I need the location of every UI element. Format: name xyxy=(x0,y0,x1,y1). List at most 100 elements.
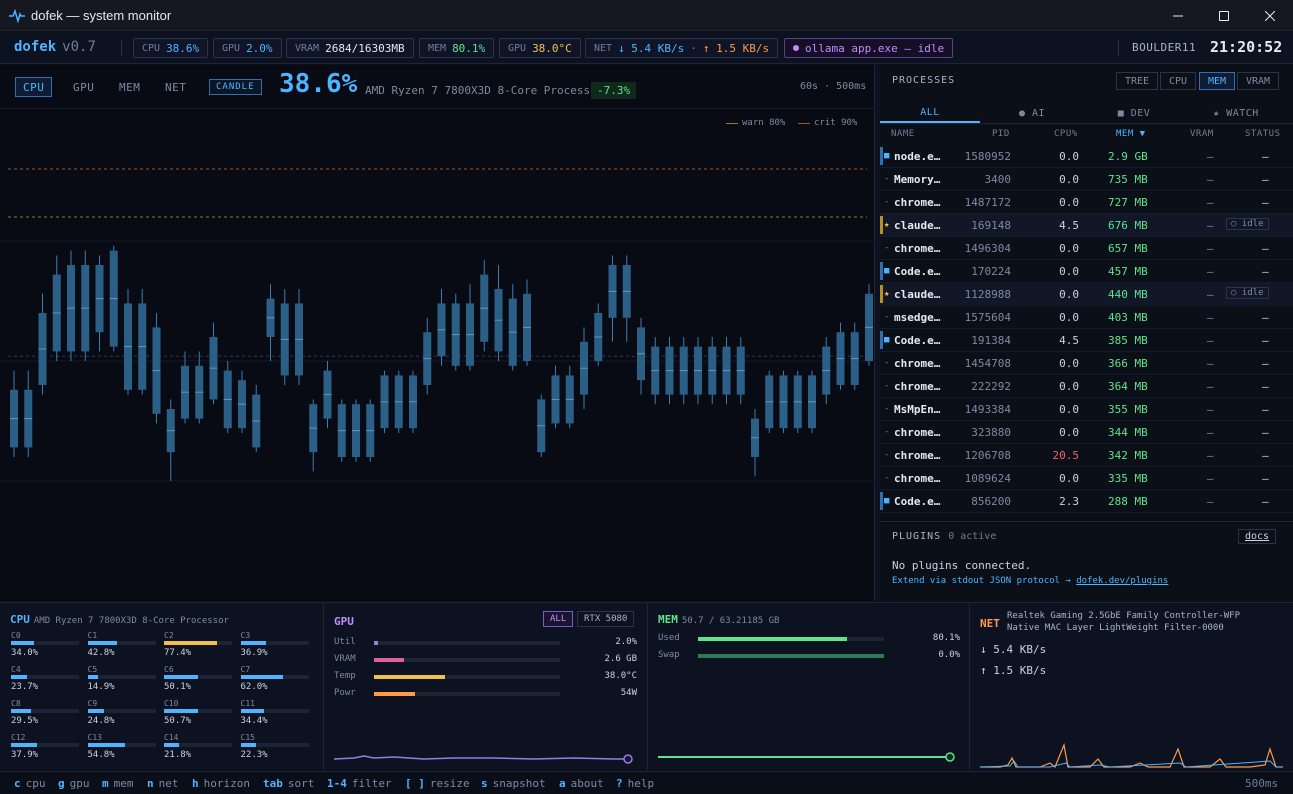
candle xyxy=(352,399,360,462)
key-hint[interactable]: 1-4 filter xyxy=(327,777,392,790)
close-button[interactable] xyxy=(1247,0,1293,31)
tab-cpu[interactable]: CPU xyxy=(15,77,53,97)
candle xyxy=(822,337,831,405)
process-row[interactable]: - msedge… 1575604 0.0 403 MB — — xyxy=(880,306,1293,329)
candle-mode-button[interactable]: CANDLE xyxy=(209,79,262,95)
gpu-rtx5080-button[interactable]: RTX 5080 xyxy=(577,611,635,627)
col-pid[interactable]: PID xyxy=(992,129,1010,139)
process-row[interactable]: ■ node.e… 1580952 0.0 2.9 GB — — xyxy=(880,145,1293,168)
process-row[interactable]: ★ claude… 169148 4.5 676 MB — ○ idle xyxy=(880,214,1293,237)
filter-dev-tab[interactable]: ■ DEV xyxy=(1084,103,1184,123)
core-track xyxy=(164,641,232,645)
candle xyxy=(651,337,660,405)
col-name[interactable]: NAME xyxy=(891,129,915,139)
minimize-button[interactable] xyxy=(1155,0,1201,31)
sort-cpu-button[interactable]: CPU xyxy=(1160,72,1197,90)
filter-ai-tab[interactable]: ● AI xyxy=(982,103,1082,123)
candle xyxy=(836,322,845,390)
process-row[interactable]: - Memory… 3400 0.0 735 MB — — xyxy=(880,168,1293,191)
ollama-chip[interactable]: ollama app.exe — idle xyxy=(784,38,954,58)
filter-all-tab[interactable]: ALL xyxy=(880,103,980,123)
candle xyxy=(409,370,417,433)
process-cpu: 0.0 xyxy=(1059,173,1079,186)
core-meter: C2 77.4% xyxy=(164,631,234,664)
process-row[interactable]: ★ claude… 1128988 0.0 440 MB — ○ idle xyxy=(880,283,1293,306)
process-row[interactable]: - chrome… 222292 0.0 364 MB — — xyxy=(880,375,1293,398)
core-value: 42.8% xyxy=(87,648,115,658)
process-row[interactable]: - chrome… 1206708 20.5 342 MB — — xyxy=(880,444,1293,467)
process-mem: 457 MB xyxy=(1108,265,1148,278)
process-row[interactable]: - chrome… 1454708 0.0 366 MB — — xyxy=(880,352,1293,375)
core-label: C12 xyxy=(11,733,26,742)
metric-label: Powr xyxy=(334,688,356,698)
key-hint[interactable]: g gpu xyxy=(58,777,90,790)
core-fill xyxy=(87,641,117,645)
process-table-header: NAME PID CPU% MEM ▼ VRAM STATUS xyxy=(880,126,1293,144)
mem-chip[interactable]: MEM 80.1% xyxy=(419,38,495,58)
key-hint[interactable]: c cpu xyxy=(14,777,46,790)
sort-mem-button[interactable]: MEM xyxy=(1199,72,1236,90)
net-chip[interactable]: NET ↓ 5.4 KB/s · ↑ 1.5 KB/s xyxy=(585,38,779,58)
col-cpu[interactable]: CPU% xyxy=(1054,129,1078,139)
tab-net[interactable]: NET xyxy=(158,77,193,97)
process-row[interactable]: ■ Code.e… 191384 4.5 385 MB — — xyxy=(880,329,1293,352)
key-hint[interactable]: ? help xyxy=(616,777,654,790)
process-row[interactable]: - chrome… 1496304 0.0 657 MB — — xyxy=(880,237,1293,260)
key-hint[interactable]: m mem xyxy=(102,777,134,790)
core-label: C6 xyxy=(164,665,174,674)
process-row[interactable]: - chrome… 323880 0.0 344 MB — — xyxy=(880,421,1293,444)
process-row[interactable]: ■ Code.e… 856200 2.3 288 MB — — xyxy=(880,490,1293,513)
docs-button[interactable]: docs xyxy=(1238,529,1277,544)
core-meter: C9 24.8% xyxy=(87,699,158,732)
key-hint[interactable]: h horizon xyxy=(192,777,250,790)
mem-panel: MEM 50.7 / 63.21185 GB Used 80.1% Swap 0.0% xyxy=(648,602,970,770)
metric-fill xyxy=(374,641,378,645)
candle xyxy=(865,284,873,366)
process-row[interactable]: - MsMpEn… 1493384 0.0 355 MB — — xyxy=(880,398,1293,421)
hint-key: m xyxy=(102,777,109,790)
sort-vram-button[interactable]: VRAM xyxy=(1237,72,1280,90)
key-hint[interactable]: tab sort xyxy=(263,777,314,790)
key-hint[interactable]: n net xyxy=(147,777,179,790)
gpu-temp-chip[interactable]: GPU 38.0°C xyxy=(499,38,581,58)
process-status: — xyxy=(1262,472,1269,485)
core-fill xyxy=(164,675,199,679)
process-cpu: 20.5 xyxy=(1052,449,1080,462)
core-label: C0 xyxy=(11,631,21,640)
key-hint[interactable]: [ ] resize xyxy=(405,777,470,790)
col-status[interactable]: STATUS xyxy=(1245,129,1281,139)
cpu-chip[interactable]: CPU 38.6% xyxy=(133,38,209,58)
core-value: 50.1% xyxy=(164,682,192,692)
process-status: — xyxy=(1262,150,1269,163)
candlestick-chart[interactable] xyxy=(0,109,875,601)
net-down-value: ↓ 5.4 KB/s xyxy=(618,41,685,55)
core-fill xyxy=(87,709,105,713)
window-titlebar: dofek — system monitor xyxy=(0,0,1293,31)
key-hint[interactable]: s snapshot xyxy=(481,777,546,790)
plugins-docs-link[interactable]: dofek.dev/plugins xyxy=(1076,576,1168,586)
gpu-chip[interactable]: GPU 2.0% xyxy=(213,38,282,58)
cpu-panel-subtitle: AMD Ryzen 7 7800X3D 8-Core Processor xyxy=(33,616,229,626)
candle xyxy=(81,250,90,361)
filter-watch-tab[interactable]: ★ WATCH xyxy=(1186,103,1286,123)
tab-mem[interactable]: MEM xyxy=(112,77,147,97)
core-track xyxy=(164,743,232,747)
tab-gpu[interactable]: GPU xyxy=(66,77,101,97)
process-mem: 727 MB xyxy=(1108,196,1148,209)
gpu-all-button[interactable]: ALL xyxy=(543,611,574,627)
maximize-button[interactable] xyxy=(1201,0,1247,31)
clock: 21:20:52 xyxy=(1210,38,1283,56)
key-hint[interactable]: a about xyxy=(559,777,604,790)
vram-chip[interactable]: VRAM 2684/16303MB xyxy=(286,38,414,58)
col-vram[interactable]: VRAM xyxy=(1190,129,1214,139)
sort-tree-button[interactable]: TREE xyxy=(1116,72,1159,90)
process-row[interactable]: - chrome… 1487172 0.0 727 MB — — xyxy=(880,191,1293,214)
core-track xyxy=(164,675,232,679)
metric-track xyxy=(698,637,884,641)
col-mem[interactable]: MEM ▼ xyxy=(1116,129,1146,139)
candle xyxy=(708,337,717,405)
process-row[interactable]: ■ Code.e… 170224 0.0 457 MB — — xyxy=(880,260,1293,283)
process-row[interactable]: - chrome… 1089624 0.0 335 MB — — xyxy=(880,467,1293,490)
core-meter: C11 34.4% xyxy=(240,699,311,732)
process-pid: 1089624 xyxy=(964,472,1011,485)
